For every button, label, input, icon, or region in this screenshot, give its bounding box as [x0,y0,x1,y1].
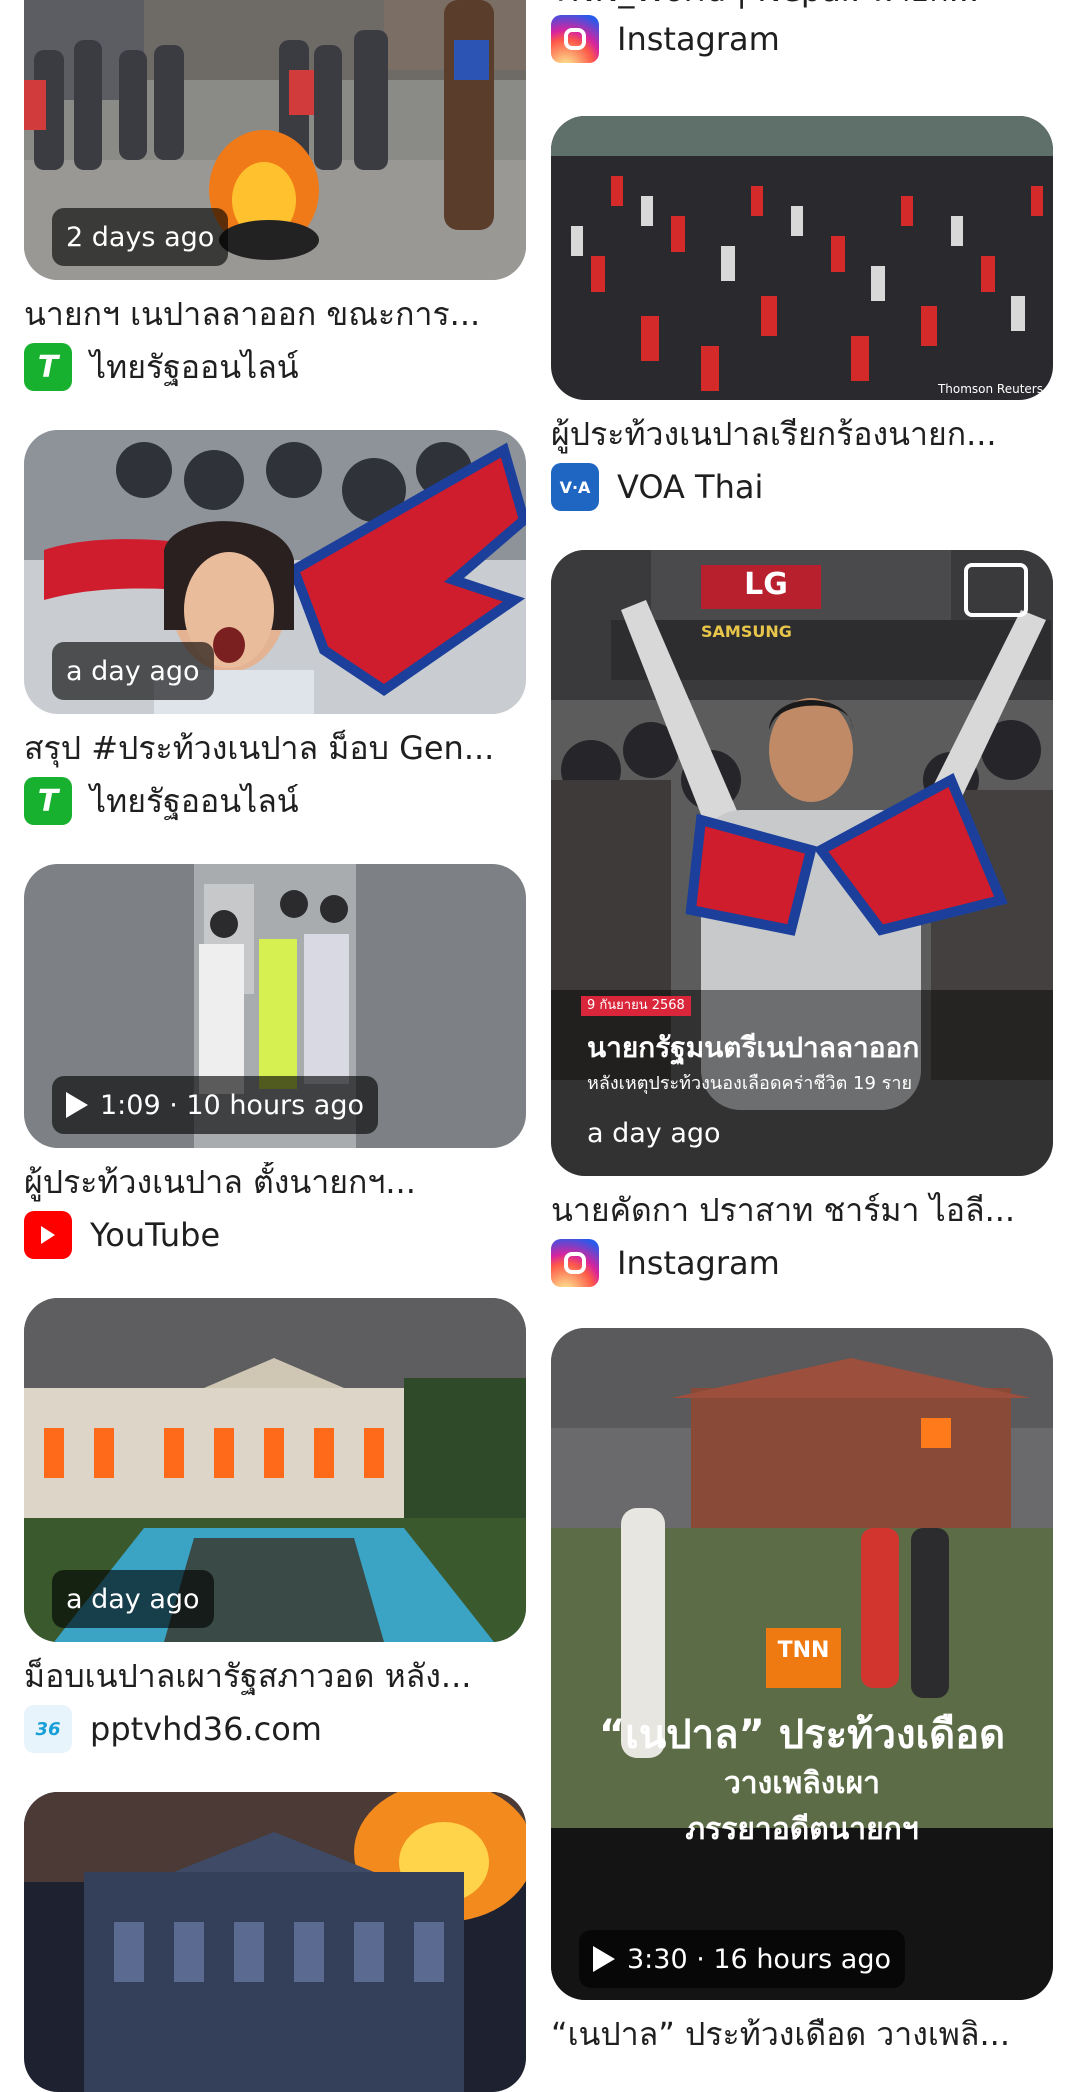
thairath-icon: T [24,343,72,391]
tnn-logo: TNN [777,1638,830,1663]
result-card[interactable]: LG SAMSUNG 9 กันยายน 2568 นายกรัฐมนตรีเน… [551,550,1053,1288]
result-card[interactable]: TNN “เนปาล” ประท้วงเดือด วางเพลิงเผา ภรร… [551,1328,1053,2054]
source-name: VOA Thai [617,468,764,506]
image-headline: นายกรัฐมนตรีเนปาลลาออก [587,1031,920,1064]
result-title[interactable]: สรุป #ประท้วงเนปาล ม็อบ Gen... [24,728,526,768]
result-card[interactable]: a day ago ม็อบเนปาลเผารัฐสภาวอด หลัง... … [24,1298,526,1754]
source-name: Instagram [617,20,780,58]
play-icon [593,1946,615,1972]
crowd-flags-image [551,116,1053,400]
result-card[interactable]: 2 days ago นายกฯ เนปาลลาออก ขณะการ... T … [24,0,526,392]
time-label: a day ago [587,1117,721,1149]
result-title[interactable]: TNN_World | Nepal: นายก... [551,0,1053,10]
result-title[interactable]: ม็อบเนปาลเผารัฐสภาวอด หลัง... [24,1656,526,1696]
time-badge: a day ago [52,1570,214,1628]
pptv-icon: 36 [24,1705,72,1753]
result-source[interactable]: T ไทยรัฐออนไลน์ [24,776,526,826]
result-title[interactable]: ผู้ประท้วงเนปาลเรียกร้องนายก... [551,414,1053,454]
source-name: Instagram [617,1244,780,1282]
result-thumbnail[interactable]: 1:09 · 10 hours ago [24,864,526,1148]
play-icon [66,1092,88,1118]
result-title[interactable]: นายคัดกา ปราสาท ชาร์มา ไอลี... [551,1190,1053,1230]
image-headline: “เนปาล” ประท้วงเดือด [598,1712,1006,1758]
time-badge: a day ago [581,1104,727,1162]
video-badge: 3:30 · 16 hours ago [579,1930,906,1988]
result-card[interactable] [24,1792,526,2092]
result-thumbnail[interactable] [24,1792,526,2092]
source-name: ไทยรัฐออนไลน์ [90,347,299,386]
result-source[interactable]: 36 pptvhd36.com [24,1704,526,1754]
burning-house-image [551,1328,1053,2000]
source-name: pptvhd36.com [90,1710,322,1748]
result-source[interactable]: V·A VOA Thai [551,462,1053,512]
result-source[interactable]: T ไทยรัฐออนไลน์ [24,342,526,392]
result-thumbnail[interactable]: a day ago [24,1298,526,1642]
video-badge: 1:09 · 10 hours ago [52,1076,379,1134]
result-card[interactable]: Thomson Reuters ผู้ประท้วงเนปาลเรียกร้อง… [551,116,1053,512]
result-thumbnail[interactable]: TNN “เนปาล” ประท้วงเดือด วางเพลิงเผา ภรร… [551,1328,1053,2000]
time-badge: a day ago [52,642,214,700]
image-subline: หลังเหตุประท้วงนองเลือดคร่าชีวิต 19 ราย [587,1073,913,1094]
image-date: 9 กันยายน 2568 [587,998,685,1013]
thairath-icon: T [24,777,72,825]
result-title[interactable]: “เนปาล” ประท้วงเดือด วางเพลิ... [551,2014,1053,2054]
result-thumbnail[interactable]: 2 days ago [24,0,526,280]
result-thumbnail[interactable]: a day ago [24,430,526,714]
instagram-icon [551,1239,599,1287]
watermark: Thomson Reuters [937,382,1043,396]
samsung-sign: SAMSUNG [701,622,792,641]
result-card[interactable]: TNN_World | Nepal: นายก... Instagram [551,0,1053,64]
time-label: a day ago [66,655,200,687]
result-thumbnail[interactable]: LG SAMSUNG 9 กันยายน 2568 นายกรัฐมนตรีเน… [551,550,1053,1176]
source-name: YouTube [90,1216,221,1254]
youtube-icon [24,1211,72,1259]
time-badge: 2 days ago [52,208,229,266]
result-title[interactable]: นายกฯ เนปาลลาออก ขณะการ... [24,294,526,334]
time-label: 2 days ago [66,221,215,253]
result-source[interactable]: Instagram [551,1238,1053,1288]
duration-time-label: 1:09 · 10 hours ago [100,1089,365,1121]
result-title[interactable]: ผู้ประท้วงเนปาล ตั้งนายกฯ... [24,1162,526,1202]
result-card[interactable]: 1:09 · 10 hours ago ผู้ประท้วงเนปาล ตั้ง… [24,864,526,1260]
building-fire-image [24,1792,526,2092]
result-thumbnail[interactable]: Thomson Reuters [551,116,1053,400]
instagram-icon [551,15,599,63]
image-line2: วางเพลิงเผา [723,1766,881,1801]
duration-time-label: 3:30 · 16 hours ago [627,1943,892,1975]
result-source[interactable]: Instagram [551,14,1053,64]
result-card[interactable]: a day ago สรุป #ประท้วงเนปาล ม็อบ Gen...… [24,430,526,826]
result-source[interactable]: YouTube [24,1210,526,1260]
lg-sign: LG [744,567,788,602]
image-line3: ภรรยาอดีตนายกฯ [685,1812,919,1847]
voa-icon: V·A [551,463,599,511]
time-label: a day ago [66,1583,200,1615]
source-name: ไทยรัฐออนไลน์ [90,781,299,820]
